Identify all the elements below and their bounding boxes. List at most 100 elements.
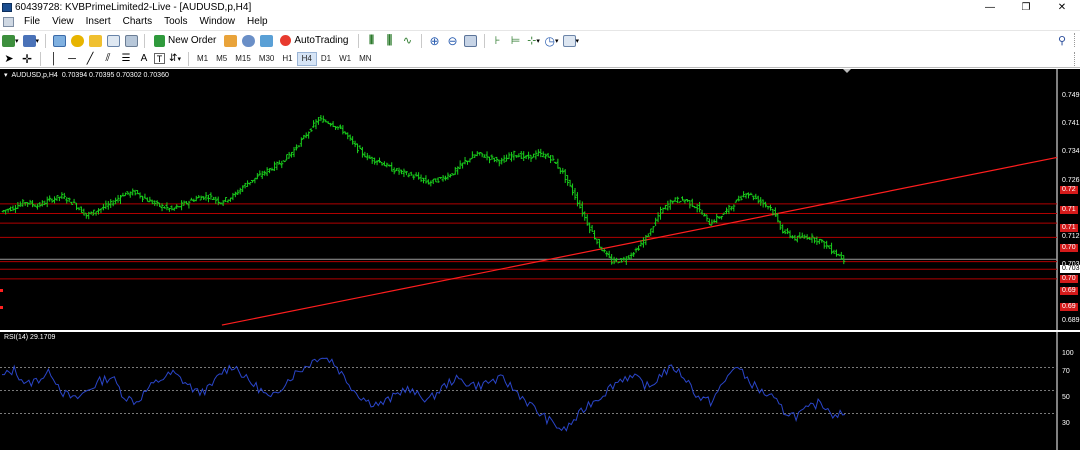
price-scale-label: 0.712 xyxy=(1062,233,1080,240)
line-chart-icon[interactable]: ∿ xyxy=(400,33,416,49)
arrows-icon[interactable]: ⇵ ▾ xyxy=(167,51,183,67)
toolbar-separator xyxy=(144,33,146,48)
chart-shift-icon[interactable]: ⊦ xyxy=(490,33,506,49)
menu-window[interactable]: Window xyxy=(193,16,241,27)
symbol-info: ▾ AUDUSD,p,H4 0.70394 0.70395 0.70302 0.70… xyxy=(4,72,169,79)
trendline-icon[interactable]: ╱ xyxy=(82,51,98,67)
title-bar: 60439728: KVBPrimeLimited2-Live - [AUDUS… xyxy=(0,0,1080,14)
trendline xyxy=(221,156,1058,326)
new-chart-icon[interactable]: ▾ xyxy=(1,33,20,49)
chart-shift-marker[interactable] xyxy=(843,69,851,73)
current-price-label: 0.703 xyxy=(1060,265,1080,273)
menu-charts[interactable]: Charts xyxy=(117,16,158,27)
standard-toolbar: ▾ ▾ New Order AutoTrading ⫴ ⫼ ∿ ⊕ ⊖ ⊦ ⊨ … xyxy=(0,30,1080,50)
profiles-icon[interactable]: ▾ xyxy=(22,33,41,49)
app-icon xyxy=(2,2,12,12)
ohlc-values: 0.70394 0.70395 0.70302 0.70360 xyxy=(61,72,169,79)
timeframe-m5[interactable]: M5 xyxy=(212,52,231,66)
channel-icon[interactable]: ⫽ xyxy=(100,51,116,67)
timeframe-mn[interactable]: MN xyxy=(355,52,375,66)
text-label-icon[interactable]: T xyxy=(154,53,165,64)
strategy-tester-icon[interactable] xyxy=(123,33,139,49)
chart-canvas[interactable] xyxy=(0,69,1080,450)
price-scale-label: 0.741 xyxy=(1062,120,1080,127)
toolbar-separator xyxy=(188,51,189,66)
data-window-icon[interactable] xyxy=(69,33,85,49)
navigator-icon[interactable] xyxy=(87,33,103,49)
menu-tools[interactable]: Tools xyxy=(158,16,193,27)
market-watch-icon[interactable] xyxy=(51,33,67,49)
level-label: 0.69 xyxy=(1060,287,1078,295)
timeframe-d1[interactable]: D1 xyxy=(317,52,335,66)
timeframe-h1[interactable]: H1 xyxy=(278,52,296,66)
maximize-button[interactable]: ❐ xyxy=(1008,0,1044,14)
templates-icon[interactable]: ▾ xyxy=(562,33,581,49)
tile-windows-icon[interactable] xyxy=(463,33,479,49)
level-marker xyxy=(0,306,3,309)
symbol-name: AUDUSD,p,H4 xyxy=(11,72,58,79)
rsi-scale-label: 30 xyxy=(1062,420,1070,427)
menu-help[interactable]: Help xyxy=(241,16,274,27)
price-scale-label: 0.726 xyxy=(1062,177,1080,184)
price-scale-label: 0.749 xyxy=(1062,92,1080,99)
new-order-icon xyxy=(154,34,166,47)
rsi-line xyxy=(2,357,846,432)
level-label: 0.70 xyxy=(1060,244,1078,252)
bar-chart-icon[interactable]: ⫴ xyxy=(364,33,380,49)
pane-divider[interactable] xyxy=(0,330,1080,332)
fibonacci-icon[interactable]: ☰ xyxy=(118,51,134,67)
rsi-label: RSI(14) 29.1709 xyxy=(4,334,56,341)
timeframe-m1[interactable]: M1 xyxy=(193,52,212,66)
zoom-in-icon[interactable]: ⊕ xyxy=(427,33,443,49)
level-label: 0.69 xyxy=(1060,303,1078,311)
timeframe-h4[interactable]: H4 xyxy=(296,51,317,66)
toolbar-separator xyxy=(40,51,41,66)
toolbar-grip[interactable] xyxy=(1074,52,1080,66)
price-scale-label: 0.689 xyxy=(1062,317,1080,324)
level-label: 0.71 xyxy=(1060,224,1078,232)
timeframe-m15[interactable]: M15 xyxy=(231,52,255,66)
autotrading-icon xyxy=(280,35,292,46)
drawing-toolbar: ➤ ✛ │ ─ ╱ ⫽ ☰ A T ⇵ ▾ M1 M5 M15 M30 H1 H4… xyxy=(0,50,1080,68)
toolbar-separator xyxy=(420,33,422,48)
metaeditor-icon[interactable] xyxy=(222,33,238,49)
signals-icon[interactable] xyxy=(240,33,256,49)
menu-insert[interactable]: Insert xyxy=(80,16,117,27)
zoom-out-icon[interactable]: ⊖ xyxy=(445,33,461,49)
price-scale-label: 0.734 xyxy=(1062,148,1080,155)
autotrading-button[interactable]: AutoTrading xyxy=(276,33,352,49)
toolbar-separator xyxy=(45,33,47,48)
vertical-line-icon[interactable]: │ xyxy=(46,51,62,67)
chart-window-icon[interactable] xyxy=(3,16,14,27)
candlestick-icon[interactable]: ⫼ xyxy=(382,33,398,49)
indicators-icon[interactable]: ⊹ ▾ xyxy=(526,33,542,49)
toolbar-separator xyxy=(483,33,485,48)
cursor-icon[interactable]: ➤ xyxy=(1,51,17,67)
search-icon[interactable]: ⚲ xyxy=(1058,34,1066,47)
new-order-label: New Order xyxy=(168,35,217,46)
rsi-scale-label: 50 xyxy=(1062,394,1070,401)
menu-file[interactable]: File xyxy=(18,16,46,27)
terminal-icon[interactable] xyxy=(105,33,121,49)
menu-bar: File View Insert Charts Tools Window Hel… xyxy=(0,14,1080,29)
timeframe-m30[interactable]: M30 xyxy=(255,52,279,66)
level-label: 0.70 xyxy=(1060,275,1078,283)
timeframe-w1[interactable]: W1 xyxy=(335,52,355,66)
toolbar-grip[interactable] xyxy=(1074,33,1080,47)
minimize-button[interactable]: — xyxy=(972,0,1008,14)
horizontal-line-icon[interactable]: ─ xyxy=(64,51,80,67)
rsi-scale-label: 70 xyxy=(1062,368,1070,375)
autoscroll-icon[interactable]: ⊨ xyxy=(508,33,524,49)
periods-icon[interactable]: ◷ ▾ xyxy=(544,33,560,49)
text-icon[interactable]: A xyxy=(136,51,152,67)
rsi-scale-label: 100 xyxy=(1062,350,1074,357)
market-icon[interactable] xyxy=(258,33,274,49)
menu-view[interactable]: View xyxy=(46,16,80,27)
level-label: 0.72 xyxy=(1060,186,1078,194)
crosshair-icon[interactable]: ✛ xyxy=(19,51,35,67)
window-title: 60439728: KVBPrimeLimited2-Live - [AUDUS… xyxy=(15,1,252,13)
toolbar-separator xyxy=(357,33,359,48)
chart-window[interactable]: ▾ AUDUSD,p,H4 0.70394 0.70395 0.70302 0.70… xyxy=(0,69,1080,450)
close-button[interactable]: ✕ xyxy=(1044,0,1080,14)
new-order-button[interactable]: New Order xyxy=(150,33,220,49)
